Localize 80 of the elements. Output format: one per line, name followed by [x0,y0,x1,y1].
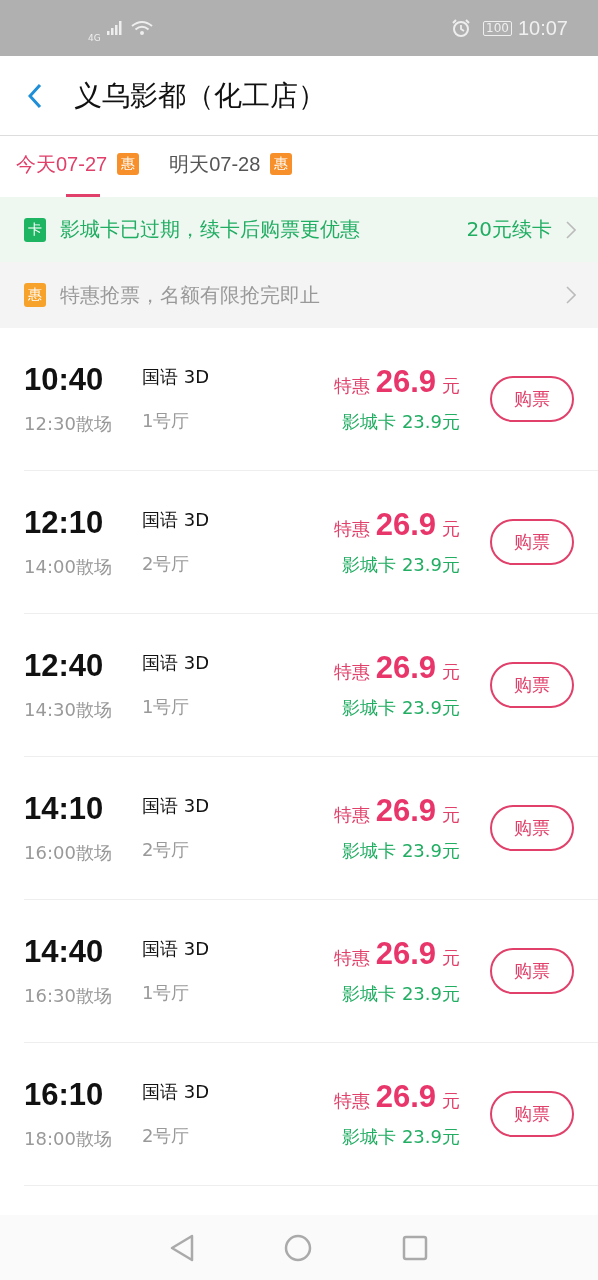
price: 26.9 [375,364,436,400]
language-format: 国语 3D [142,365,211,389]
chevron-right-icon [566,286,576,304]
price-unit: 元 [442,803,460,827]
end-time: 16:00散场 [24,841,113,865]
buy-button[interactable]: 购票 [490,662,574,708]
hall-label: 1号厅 [142,409,191,433]
square-icon [402,1234,428,1261]
buy-button[interactable]: 购票 [490,1091,574,1137]
price-unit: 元 [442,517,460,541]
hall-label: 2号厅 [142,552,191,576]
card-badge: 卡 [24,217,46,242]
buy-button[interactable]: 购票 [490,948,574,994]
hall-label: 1号厅 [142,981,191,1005]
card-price: 影城卡 23.9元 [342,553,460,577]
start-time: 10:40 [24,362,105,398]
price-label: 特惠 [333,374,370,398]
hall-label: 2号厅 [142,1124,191,1148]
price-unit: 元 [442,660,460,684]
end-time: 14:00散场 [24,555,113,579]
language-format: 国语 3D [142,794,211,818]
price-unit: 元 [442,946,460,970]
battery-indicator: 100 [483,20,512,36]
circle-icon [284,1233,312,1262]
buy-button[interactable]: 购票 [490,376,574,422]
language-format: 国语 3D [142,937,211,961]
language-format: 国语 3D [142,508,211,532]
price-unit: 元 [442,374,460,398]
card-banner[interactable]: 卡 影城卡已过期，续卡后购票更优惠 20元续卡 [0,197,598,262]
price-label: 特惠 [333,946,370,970]
price-unit: 元 [442,1089,460,1113]
chevron-right-icon [566,220,576,239]
card-price: 影城卡 23.9元 [342,839,460,863]
price: 26.9 [375,507,436,543]
price-label: 特惠 [333,517,370,541]
start-time: 14:10 [24,791,105,827]
price-label: 特惠 [333,1089,370,1113]
banner-text: 特惠抢票，名额有限抢完即止 [60,281,321,309]
banner-text: 影城卡已过期，续卡后购票更优惠 [60,216,361,243]
date-tab[interactable]: 明天07-28 惠 [169,136,293,197]
language-format: 国语 3D [142,651,211,675]
price-label: 特惠 [333,803,370,827]
start-time: 12:40 [24,648,105,684]
price: 26.9 [375,936,436,972]
card-price: 影城卡 23.9元 [342,696,460,720]
card-price: 影城卡 23.9元 [342,982,460,1006]
network-label: 4G [88,33,101,43]
end-time: 18:00散场 [24,1127,113,1151]
signal-icon [106,21,125,35]
card-price: 影城卡 23.9元 [342,1125,460,1149]
end-time: 14:30散场 [24,698,113,722]
buy-button[interactable]: 购票 [490,805,574,851]
back-nav-button[interactable] [170,1233,194,1262]
clock-time: 10:07 [517,16,568,40]
price-label: 特惠 [333,660,370,684]
start-time: 12:10 [24,505,105,541]
price: 26.9 [375,793,436,829]
start-time: 14:40 [24,934,105,970]
card-price: 影城卡 23.9元 [342,410,460,434]
discount-badge: 惠 [270,153,293,175]
triangle-icon [170,1233,194,1262]
home-nav-button[interactable] [284,1233,312,1262]
language-format: 国语 3D [142,1080,211,1104]
price: 26.9 [375,650,436,686]
date-tab[interactable]: 今天07-27 惠 [16,136,140,197]
discount-badge: 惠 [24,283,46,307]
discount-badge: 惠 [117,153,140,175]
page-title: 义乌影都（化工店） [74,77,326,114]
renew-link[interactable]: 20元续卡 [466,216,552,243]
price: 26.9 [375,1079,436,1115]
buy-button[interactable]: 购票 [490,519,574,565]
promo-banner[interactable]: 惠 特惠抢票，名额有限抢完即止 [0,262,598,328]
wifi-icon [130,20,153,36]
alarm-icon [451,18,472,38]
end-time: 12:30散场 [24,412,113,436]
start-time: 16:10 [24,1077,105,1113]
recents-nav-button[interactable] [402,1234,428,1261]
end-time: 16:30散场 [24,984,113,1008]
hall-label: 2号厅 [142,838,191,862]
hall-label: 1号厅 [142,695,191,719]
